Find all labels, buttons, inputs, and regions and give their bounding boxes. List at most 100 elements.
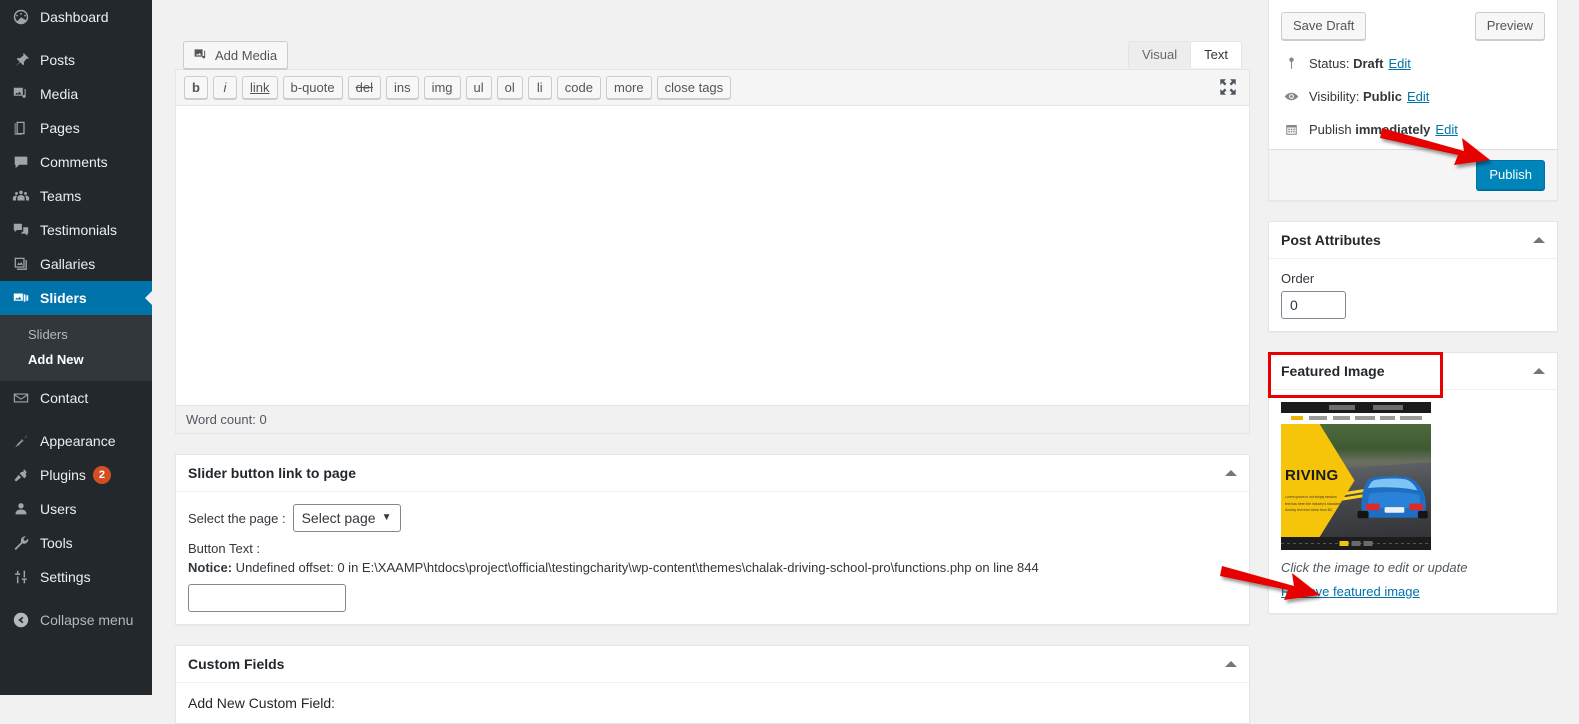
editor-container: b i link b-quote del ins img ul ol li co… [175, 69, 1250, 434]
chevron-up-icon[interactable] [1533, 368, 1545, 374]
visibility-value: Public [1362, 88, 1402, 104]
editor-media-bar: Add Media Visual Text [175, 33, 1250, 69]
collapse-icon [11, 610, 31, 630]
chevron-up-icon[interactable] [1533, 237, 1545, 243]
quicktag-code[interactable]: code [556, 76, 601, 99]
post-sidebar: Save Draft Preview Status: Draft Edit Vi… [1268, 0, 1558, 614]
quicktag-del[interactable]: del [347, 76, 381, 99]
quicktag-more[interactable]: more [606, 76, 652, 99]
submenu-item-add-new[interactable]: Add New [0, 347, 152, 372]
publish-actions-top: Save Draft Preview [1269, 0, 1557, 50]
status-edit-link[interactable]: Edit [1388, 56, 1410, 71]
pages-icon [11, 118, 31, 138]
dashboard-icon [11, 7, 31, 27]
featured-image-thumbnail-wrap: RIVING Lorem ipsum is not simply random … [1269, 390, 1557, 550]
calendar-icon [1281, 119, 1301, 139]
select-page-dropdown[interactable]: Select page ▼ [292, 504, 401, 532]
testimonials-icon [11, 220, 31, 240]
button-text-label: Button Text : [188, 541, 261, 556]
button-text-input[interactable] [188, 583, 346, 612]
sidebar-item-label: Collapse menu [40, 612, 134, 628]
sidebar-item-appearance[interactable]: Appearance [0, 424, 152, 458]
submenu-item-sliders[interactable]: Sliders [0, 322, 152, 347]
visibility-label: Visibility: [1309, 88, 1360, 104]
groups-icon [11, 186, 31, 206]
sidebar-item-pages[interactable]: Pages [0, 111, 152, 145]
php-notice: Notice: Undefined offset: 0 in E:\XAAMP\… [188, 558, 1237, 578]
thumb-bottom-bar [1281, 537, 1431, 550]
sidebar-item-testimonials[interactable]: Testimonials [0, 213, 152, 247]
metabox-title: Post Attributes [1281, 232, 1381, 248]
preview-button[interactable]: Preview [1474, 12, 1545, 40]
sidebar-item-settings[interactable]: Settings [0, 560, 152, 594]
quicktag-b[interactable]: b [184, 76, 208, 99]
publish-edit-link[interactable]: Edit [1435, 122, 1457, 137]
remove-featured-image-link[interactable]: Remove featured image [1281, 584, 1420, 599]
sidebar-item-plugins[interactable]: Plugins 2 [0, 458, 152, 492]
users-icon [11, 499, 31, 519]
save-draft-button[interactable]: Save Draft [1281, 12, 1367, 40]
featured-image-metabox: Featured Image RIVING Lorem ipsum is not… [1268, 352, 1558, 614]
featured-image-hint: Click the image to edit or update [1281, 560, 1468, 575]
chevron-up-icon[interactable] [1225, 660, 1237, 667]
publish-metabox: Save Draft Preview Status: Draft Edit Vi… [1268, 0, 1558, 201]
metabox-header[interactable]: Slider button link to page [176, 455, 1249, 492]
pin-icon [1281, 53, 1301, 73]
quicktag-close-tags[interactable]: close tags [656, 76, 732, 99]
sidebar-item-label: Comments [40, 154, 108, 170]
quicktag-li[interactable]: li [527, 76, 552, 99]
plugins-icon [11, 465, 31, 485]
sidebar-item-sliders[interactable]: Sliders [0, 281, 153, 315]
sidebar-item-gallaries[interactable]: Gallaries [0, 247, 152, 281]
eye-icon [1281, 86, 1301, 106]
sidebar-item-label: Dashboard [40, 9, 109, 25]
metabox-header[interactable]: Post Attributes [1269, 222, 1557, 259]
metabox-body: Order [1269, 259, 1557, 331]
wrench-icon [11, 533, 31, 553]
sidebar-item-tools[interactable]: Tools [0, 526, 152, 560]
quicktag-b-quote[interactable]: b-quote [282, 76, 343, 99]
tab-visual[interactable]: Visual [1127, 41, 1192, 68]
fullscreen-icon[interactable] [1217, 76, 1239, 98]
sidebar-item-teams[interactable]: Teams [0, 179, 152, 213]
metabox-title: Featured Image [1281, 363, 1385, 379]
visibility-row: Visibility: Public Edit [1269, 83, 1557, 109]
quicktag-ol[interactable]: ol [496, 76, 523, 99]
add-media-button[interactable]: Add Media [183, 41, 289, 69]
thumb-navbar [1281, 413, 1431, 424]
sidebar-item-media[interactable]: Media [0, 77, 152, 111]
sidebar-item-comments[interactable]: Comments [0, 145, 152, 179]
comments-icon [11, 152, 31, 172]
publish-button[interactable]: Publish [1476, 160, 1545, 190]
metabox-title: Custom Fields [188, 655, 285, 672]
quicktag-i[interactable]: i [213, 76, 237, 99]
sidebar-item-contact[interactable]: Contact [0, 381, 152, 415]
quicktag-ins[interactable]: ins [385, 76, 419, 99]
post-editor: Add Media Visual Text b i link b-quote d… [175, 33, 1250, 724]
sidebar-item-collapse-menu[interactable]: Collapse menu [0, 603, 152, 637]
order-input[interactable] [1281, 291, 1346, 319]
chevron-up-icon[interactable] [1225, 470, 1237, 476]
quicktag-link[interactable]: link [242, 76, 278, 99]
metabox-header[interactable]: Custom Fields [176, 646, 1249, 683]
quicktag-ul[interactable]: ul [465, 76, 492, 99]
sidebar-item-label: Appearance [40, 433, 116, 449]
sidebar-item-dashboard[interactable]: Dashboard [0, 0, 152, 34]
quicktag-img[interactable]: img [423, 76, 461, 99]
editor-textarea[interactable] [176, 106, 1249, 405]
gallery-icon [11, 254, 31, 274]
thumb-hero: RIVING Lorem ipsum is not simply random … [1281, 424, 1431, 537]
sidebar-item-users[interactable]: Users [0, 492, 152, 526]
visibility-edit-link[interactable]: Edit [1407, 89, 1429, 104]
sidebar-separator-1 [0, 34, 152, 43]
media-icon [11, 84, 31, 104]
publish-label: Publish [1309, 121, 1352, 137]
sidebar-item-posts[interactable]: Posts [0, 43, 152, 77]
sidebar-item-label: Media [40, 86, 79, 102]
tab-text[interactable]: Text [1190, 41, 1242, 68]
slider-button-link-metabox: Slider button link to page Select the pa… [175, 454, 1250, 625]
metabox-header[interactable]: Featured Image [1269, 353, 1557, 390]
settings-icon [11, 567, 31, 587]
select-page-label: Select the page : [188, 510, 286, 526]
featured-image-thumbnail[interactable]: RIVING Lorem ipsum is not simply random … [1281, 402, 1431, 550]
